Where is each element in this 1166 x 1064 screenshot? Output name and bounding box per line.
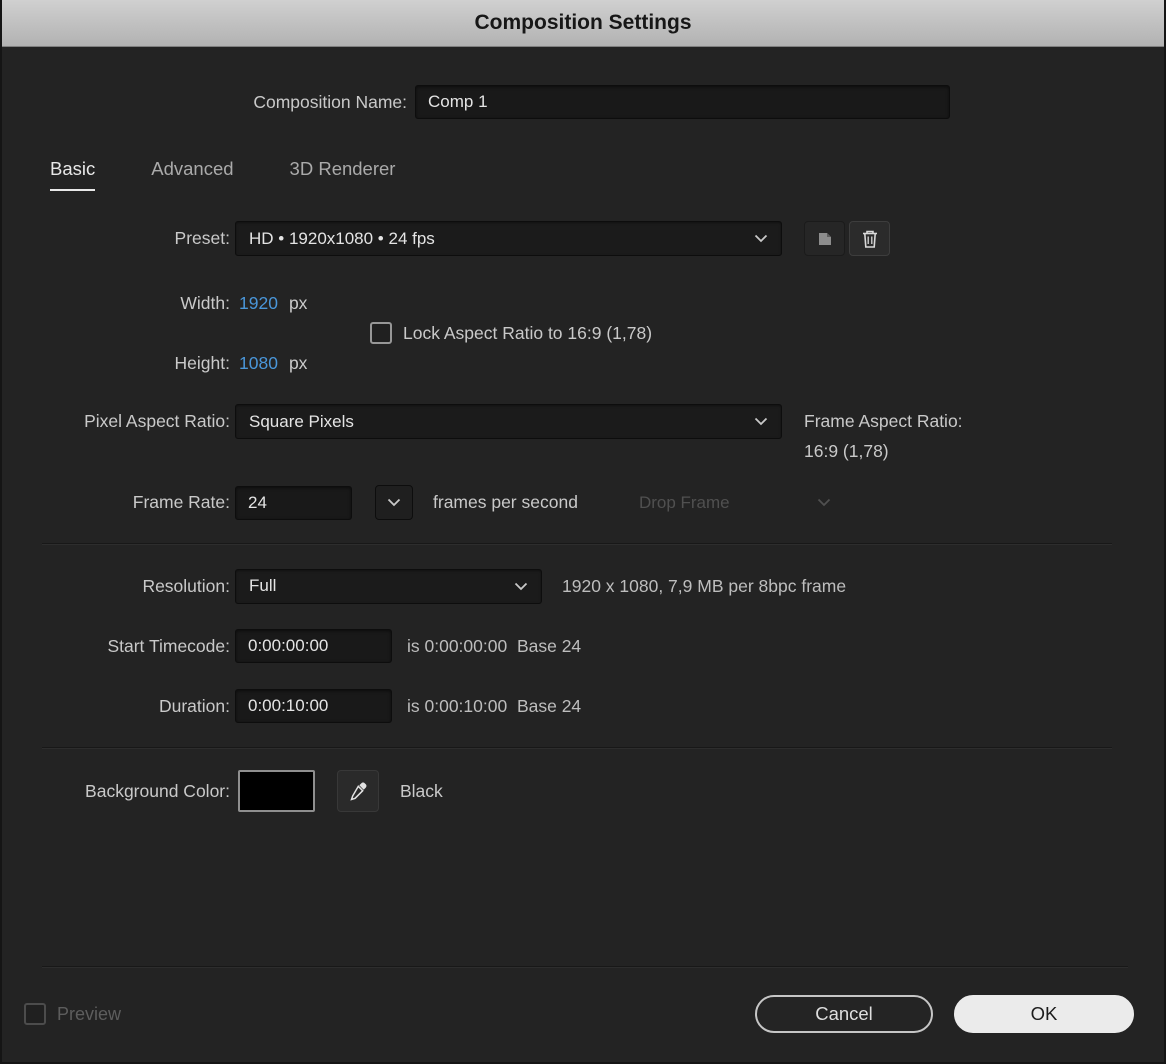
frame-aspect-label: Frame Aspect Ratio:	[804, 411, 963, 431]
resolution-label: Resolution:	[142, 575, 230, 596]
pixel-aspect-dropdown[interactable]: Square Pixels	[235, 404, 782, 439]
background-color-swatch[interactable]	[238, 770, 315, 812]
trash-icon	[862, 230, 877, 248]
divider	[42, 543, 1112, 545]
tab-basic[interactable]: Basic	[50, 158, 96, 191]
frame-rate-input[interactable]	[235, 485, 352, 520]
width-row: Width: 1920 px	[2, 290, 1164, 316]
frame-aspect-ratio: Frame Aspect Ratio: 16:9 (1,78)	[804, 406, 963, 466]
tab-3d-renderer[interactable]: 3D Renderer	[290, 158, 396, 191]
lock-aspect-checkbox[interactable]	[370, 322, 392, 344]
height-value[interactable]: 1080	[239, 353, 278, 374]
preview-checkbox[interactable]	[24, 1003, 46, 1025]
background-color-row: Background Color: Black	[2, 770, 1164, 812]
background-color-label: Background Color:	[85, 780, 230, 801]
chevron-down-icon	[754, 234, 768, 243]
frame-rate-row: Frame Rate: frames per second Drop Frame	[2, 485, 1164, 520]
pixel-aspect-row: Pixel Aspect Ratio: Square Pixels	[2, 404, 1164, 439]
height-unit: px	[288, 352, 308, 373]
composition-name-label: Composition Name:	[253, 91, 407, 112]
start-timecode-input[interactable]	[235, 629, 392, 663]
dialog-title: Composition Settings	[474, 11, 692, 34]
preset-label: Preset:	[174, 228, 230, 248]
resolution-row: Resolution: Full 1920 x 1080, 7,9 MB per…	[2, 568, 1164, 604]
drop-frame-dropdown: Drop Frame	[626, 486, 844, 520]
divider	[42, 747, 1112, 749]
save-preset-icon	[818, 232, 831, 245]
chevron-down-icon	[754, 417, 768, 426]
start-timecode-info: is 0:00:00:00 Base 24	[407, 635, 582, 656]
eyedropper-button[interactable]	[337, 770, 379, 812]
composition-name-row: Composition Name:	[2, 85, 1164, 119]
composition-name-input[interactable]	[415, 85, 950, 119]
cancel-button[interactable]: Cancel	[755, 995, 933, 1033]
lock-aspect-row: Lock Aspect Ratio to 16:9 (1,78)	[370, 321, 1164, 345]
frame-aspect-value: 16:9 (1,78)	[804, 441, 889, 461]
tab-advanced[interactable]: Advanced	[151, 158, 233, 191]
chevron-down-icon	[387, 498, 401, 507]
chevron-down-icon	[514, 582, 528, 590]
composition-settings-dialog: Composition Settings Composition Name: B…	[0, 0, 1166, 1064]
frame-rate-dropdown-button[interactable]	[375, 485, 413, 520]
dialog-titlebar[interactable]: Composition Settings	[2, 0, 1164, 47]
width-value[interactable]: 1920	[239, 293, 278, 314]
start-timecode-row: Start Timecode: is 0:00:00:00 Base 24	[2, 629, 1164, 663]
resolution-value: Full	[249, 576, 277, 595]
frame-rate-label: Frame Rate:	[132, 492, 230, 512]
duration-label: Duration:	[158, 695, 230, 716]
duration-input[interactable]	[235, 689, 392, 723]
preset-row: Preset: HD • 1920x1080 • 24 fps	[2, 221, 1164, 256]
height-label: Height:	[174, 352, 230, 373]
footer: Preview Cancel OK	[2, 995, 1164, 1033]
eyedropper-icon	[350, 782, 367, 801]
preview-toggle: Preview	[24, 1003, 121, 1025]
divider	[42, 966, 1128, 968]
duration-info: is 0:00:10:00 Base 24	[407, 695, 582, 716]
frame-rate-unit: frames per second	[433, 492, 578, 512]
duration-row: Duration: is 0:00:10:00 Base 24	[2, 689, 1164, 723]
drop-frame-value: Drop Frame	[638, 492, 730, 512]
width-label: Width:	[180, 292, 230, 313]
resolution-dropdown[interactable]: Full	[235, 568, 542, 604]
chevron-down-icon	[817, 498, 831, 507]
resolution-info: 1920 x 1080, 7,9 MB per 8bpc frame	[562, 575, 847, 596]
start-timecode-label: Start Timecode:	[107, 635, 230, 656]
lock-aspect-label: Lock Aspect Ratio to 16:9 (1,78)	[403, 322, 653, 343]
pixel-aspect-value: Square Pixels	[249, 411, 354, 431]
preview-label: Preview	[57, 1003, 122, 1024]
height-row: Height: 1080 px	[2, 350, 1164, 376]
background-color-name: Black	[400, 780, 443, 801]
width-unit: px	[288, 292, 308, 313]
preset-value: HD • 1920x1080 • 24 fps	[249, 228, 435, 248]
pixel-aspect-label: Pixel Aspect Ratio:	[84, 411, 230, 431]
save-preset-button[interactable]	[804, 221, 845, 256]
ok-button[interactable]: OK	[954, 995, 1134, 1033]
preset-dropdown[interactable]: HD • 1920x1080 • 24 fps	[235, 221, 782, 256]
tab-bar: Basic Advanced 3D Renderer	[50, 158, 395, 191]
delete-preset-button[interactable]	[849, 221, 890, 256]
